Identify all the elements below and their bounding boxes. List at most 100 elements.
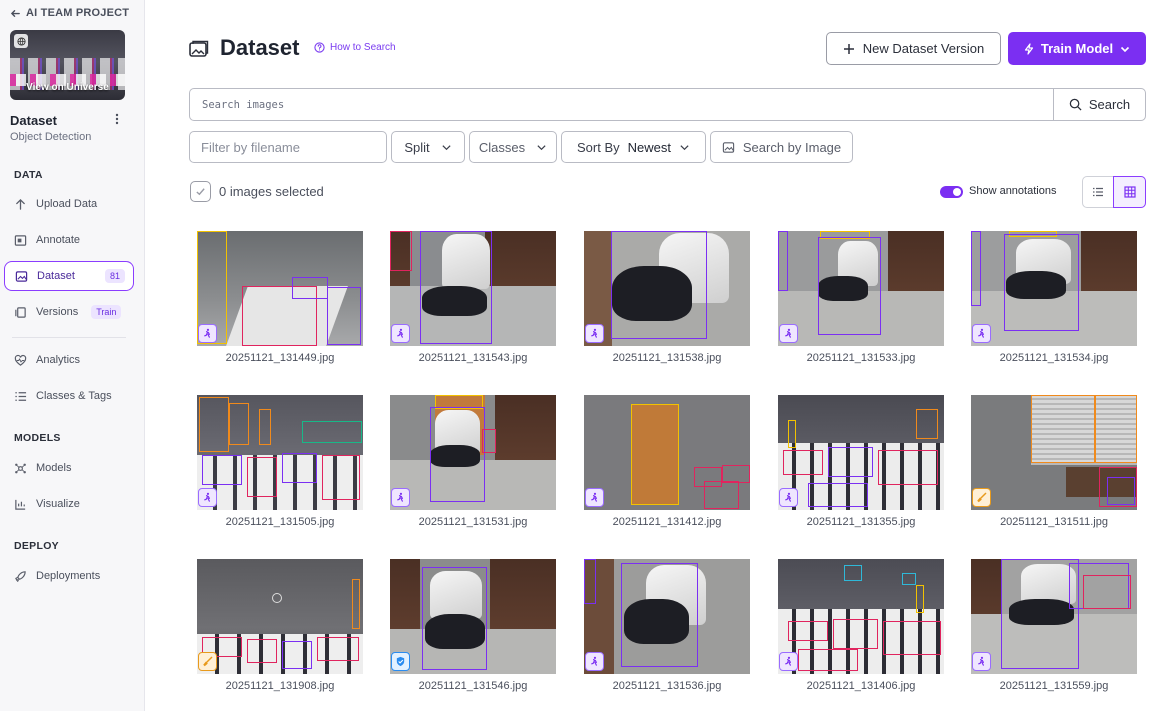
image-filename: 20251121_131534.jpg [999,352,1109,364]
sidebar-item-models[interactable]: Models [4,453,134,483]
image-card[interactable]: 20251121_131546.jpg [390,559,556,693]
models-icon [15,463,26,473]
new-dataset-version-button[interactable]: New Dataset Version [826,32,1001,65]
image-card[interactable]: 20251121_131449.jpg [197,231,363,365]
image-filename: 20251121_131505.jpg [225,516,335,528]
train-model-button[interactable]: Train Model [1008,32,1146,65]
image-thumbnail[interactable] [971,231,1137,346]
image-thumbnail[interactable] [197,559,363,674]
page-title: Dataset [220,35,300,60]
image-thumbnail[interactable] [390,559,556,674]
image-filename: 20251121_131531.jpg [418,516,528,528]
image-thumbnail[interactable] [971,559,1137,674]
versions-icon [15,306,26,318]
globe-icon [14,34,28,48]
search-placeholder: Search images [202,98,285,111]
split-dropdown[interactable]: Split [391,131,465,163]
image-filename: 20251121_131449.jpg [225,352,335,364]
image-thumbnail[interactable] [584,559,750,674]
how-to-search-link[interactable]: How to Search [314,42,396,53]
image-card[interactable]: 20251121_131534.jpg [971,231,1137,365]
search-input[interactable]: Search images [189,88,1054,121]
person-icon [391,324,410,343]
image-thumbnail[interactable] [584,395,750,510]
person-icon [972,324,991,343]
image-thumbnail[interactable] [197,231,363,346]
image-card[interactable]: 20251121_131533.jpg [778,231,944,365]
sidebar-item-versions[interactable]: Versions Train [4,297,134,327]
image-card[interactable]: 20251121_131412.jpg [584,395,750,529]
image-filename: 20251121_131355.jpg [806,516,916,528]
sort-value: Newest [627,139,671,155]
image-card[interactable]: 20251121_131531.jpg [390,395,556,529]
universe-thumbnail[interactable]: View on Universe [10,30,125,100]
select-all-checkbox[interactable] [190,181,211,202]
chevron-down-icon [442,144,451,150]
split-label: Split [404,139,430,155]
image-icon [189,40,209,57]
image-card[interactable]: 20251121_131511.jpg [971,395,1137,529]
person-icon [585,652,604,671]
train-model-label: Train Model [1040,41,1114,56]
person-icon [585,324,604,343]
image-filename: 20251121_131538.jpg [612,352,722,364]
person-icon [198,324,217,343]
sidebar-item-label: Analytics [36,354,81,366]
sidebar-item-dataset[interactable]: Dataset 81 [4,261,134,291]
heart-pulse-icon [14,354,27,366]
search-by-image-button[interactable]: Search by Image [710,131,853,163]
sidebar-item-deployments[interactable]: Deployments [4,561,134,591]
search-button[interactable]: Search [1053,88,1146,121]
image-thumbnail[interactable] [778,559,944,674]
image-thumbnail[interactable] [197,395,363,510]
image-card[interactable]: 20251121_131908.jpg [197,559,363,693]
train-badge: Train [91,305,122,319]
filename-filter-placeholder: Filter by filename [201,139,300,155]
person-icon [585,488,604,507]
sidebar-item-upload-data[interactable]: Upload Data [4,189,134,219]
image-icon [722,141,735,153]
rocket-icon [15,570,26,582]
brush-icon [972,488,991,507]
kebab-menu-icon[interactable] [111,112,123,126]
image-thumbnail[interactable] [971,395,1137,510]
image-thumbnail[interactable] [390,231,556,346]
image-card[interactable]: 20251121_131559.jpg [971,559,1137,693]
image-card[interactable]: 20251121_131355.jpg [778,395,944,529]
search-by-image-label: Search by Image [742,139,842,155]
sidebar: AI TEAM PROJECT View on Universe Dataset… [0,0,145,711]
image-card[interactable]: 20251121_131505.jpg [197,395,363,529]
person-icon [779,324,798,343]
sidebar-item-label: Deployments [36,570,101,582]
classes-dropdown[interactable]: Classes [469,131,557,163]
image-filename: 20251121_131536.jpg [612,680,722,692]
sort-dropdown[interactable]: Sort By Newest [561,131,706,163]
back-to-project-link[interactable]: AI TEAM PROJECT [10,7,129,19]
image-thumbnail[interactable] [778,395,944,510]
image-thumbnail[interactable] [778,231,944,346]
image-thumbnail[interactable] [390,395,556,510]
image-card[interactable]: 20251121_131406.jpg [778,559,944,693]
grid-view-button[interactable] [1113,176,1146,208]
image-card[interactable]: 20251121_131538.jpg [584,231,750,365]
sidebar-item-analytics[interactable]: Analytics [4,345,134,375]
image-filename: 20251121_131546.jpg [418,680,528,692]
selected-count: 0 images selected [219,184,324,199]
list-view-button[interactable] [1082,176,1114,208]
chart-icon [15,499,26,510]
project-name: AI TEAM PROJECT [26,7,130,19]
help-icon [314,42,325,53]
show-annotations-toggle[interactable] [940,186,963,198]
how-to-search-label: How to Search [330,42,396,53]
image-card[interactable]: 20251121_131536.jpg [584,559,750,693]
image-thumbnail[interactable] [584,231,750,346]
search-icon [1069,98,1082,111]
filename-filter-input[interactable]: Filter by filename [189,131,387,163]
image-filename: 20251121_131908.jpg [225,680,335,692]
new-dataset-version-label: New Dataset Version [862,41,985,56]
sidebar-item-visualize[interactable]: Visualize [4,489,134,519]
sidebar-item-classes-tags[interactable]: Classes & Tags [4,381,134,411]
sidebar-item-annotate[interactable]: Annotate [4,225,134,255]
image-card[interactable]: 20251121_131543.jpg [390,231,556,365]
dataset-name: Dataset [10,113,57,128]
